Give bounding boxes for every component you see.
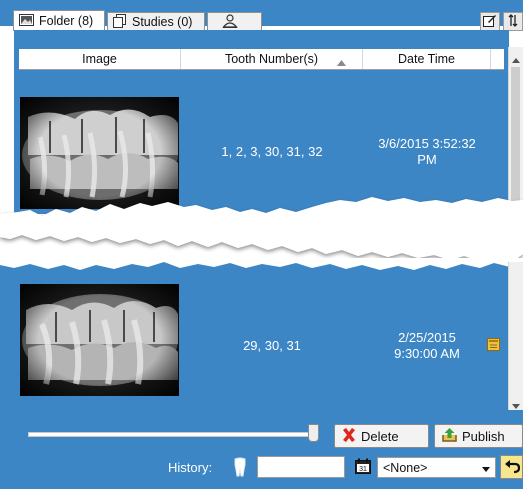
sort-button[interactable] — [503, 12, 523, 31]
table-row[interactable]: 29, 30, 31 2/25/2015 9:30:00 AM — [19, 280, 504, 400]
date-time-cell: 3/6/2015 3:52:32 PM — [378, 136, 476, 167]
scrollbar-thumb[interactable] — [511, 67, 520, 207]
user-icon — [222, 13, 238, 31]
date-time-cell: 2/25/2015 9:30:00 AM — [394, 330, 460, 361]
column-header-image[interactable]: Image — [19, 49, 181, 69]
note-icon[interactable] — [487, 338, 500, 354]
tab-folder[interactable]: Folder (8) — [13, 10, 105, 31]
delete-label: Delete — [361, 428, 399, 444]
torn-edge-lower — [0, 258, 523, 274]
scroll-down-arrow-icon[interactable] — [512, 398, 520, 412]
table-row[interactable]: 1, 2, 3, 30, 31, 32 3/6/2015 3:52:32 PM — [19, 70, 504, 210]
tooth-numbers-cell: 29, 30, 31 — [243, 338, 301, 353]
xray-thumbnail[interactable] — [20, 284, 179, 396]
grid-header: Image Tooth Number(s) Date Time — [19, 49, 504, 70]
image-folder-icon — [19, 13, 34, 29]
zoom-slider-thumb[interactable] — [308, 424, 319, 442]
history-tooth-input[interactable] — [257, 456, 345, 478]
scroll-up-arrow-icon[interactable] — [512, 52, 520, 66]
history-select-value: <None> — [383, 460, 428, 475]
tooth-icon — [233, 457, 247, 480]
edit-icon — [483, 14, 497, 30]
tab-folder-label: Folder (8) — [39, 14, 94, 28]
publish-icon — [441, 427, 458, 445]
undo-icon — [504, 458, 520, 477]
chevron-down-icon — [482, 461, 490, 475]
undo-button[interactable] — [500, 455, 523, 479]
publish-button[interactable]: Publish — [434, 424, 523, 448]
calendar-icon[interactable]: 31 — [355, 458, 371, 477]
tab-user[interactable] — [207, 12, 262, 31]
zoom-slider-track[interactable] — [28, 432, 318, 437]
delete-button[interactable]: Delete — [334, 424, 429, 448]
svg-text:31: 31 — [359, 466, 367, 473]
studies-icon — [113, 13, 127, 31]
vertical-scrollbar-lower[interactable] — [508, 262, 523, 410]
delete-x-icon — [341, 427, 357, 446]
column-header-tooth-numbers[interactable]: Tooth Number(s) — [181, 49, 363, 69]
publish-label: Publish — [462, 428, 505, 444]
history-label: History: — [168, 460, 213, 475]
column-header-date-time[interactable]: Date Time — [363, 49, 491, 69]
tab-studies[interactable]: Studies (0) — [107, 12, 205, 31]
history-date-select[interactable]: <None> — [377, 457, 496, 478]
tooth-numbers-cell: 1, 2, 3, 30, 31, 32 — [221, 144, 323, 159]
edit-button[interactable] — [480, 12, 500, 31]
sort-ascending-icon — [337, 55, 346, 69]
tab-studies-label: Studies (0) — [132, 15, 193, 29]
sort-icon — [508, 13, 518, 30]
